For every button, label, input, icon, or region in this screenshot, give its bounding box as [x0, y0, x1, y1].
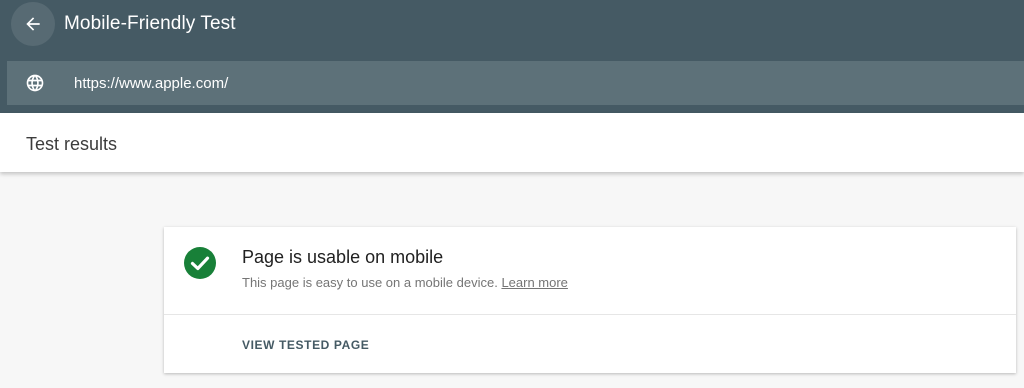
globe-icon [24, 72, 46, 94]
app-title: Mobile-Friendly Test [64, 13, 236, 34]
app-header: Mobile-Friendly Test [0, 0, 1024, 113]
url-input[interactable] [74, 71, 974, 95]
learn-more-link[interactable]: Learn more [501, 275, 567, 290]
result-card: Page is usable on mobile This page is ea… [164, 227, 1016, 373]
url-bar [7, 61, 1024, 105]
result-title: Page is usable on mobile [242, 247, 444, 267]
arrow-left-icon [26, 17, 40, 31]
view-tested-page-button[interactable]: VIEW TESTED PAGE [242, 337, 369, 353]
results-title: Test results [26, 134, 118, 154]
check-circle-icon [184, 247, 216, 279]
result-description: This page is easy to use on a mobile dev… [242, 274, 568, 292]
card-divider [164, 314, 1016, 315]
result-description-text: This page is easy to use on a mobile dev… [242, 275, 498, 290]
back-button[interactable] [11, 2, 55, 46]
results-header: Test results [0, 113, 1024, 172]
